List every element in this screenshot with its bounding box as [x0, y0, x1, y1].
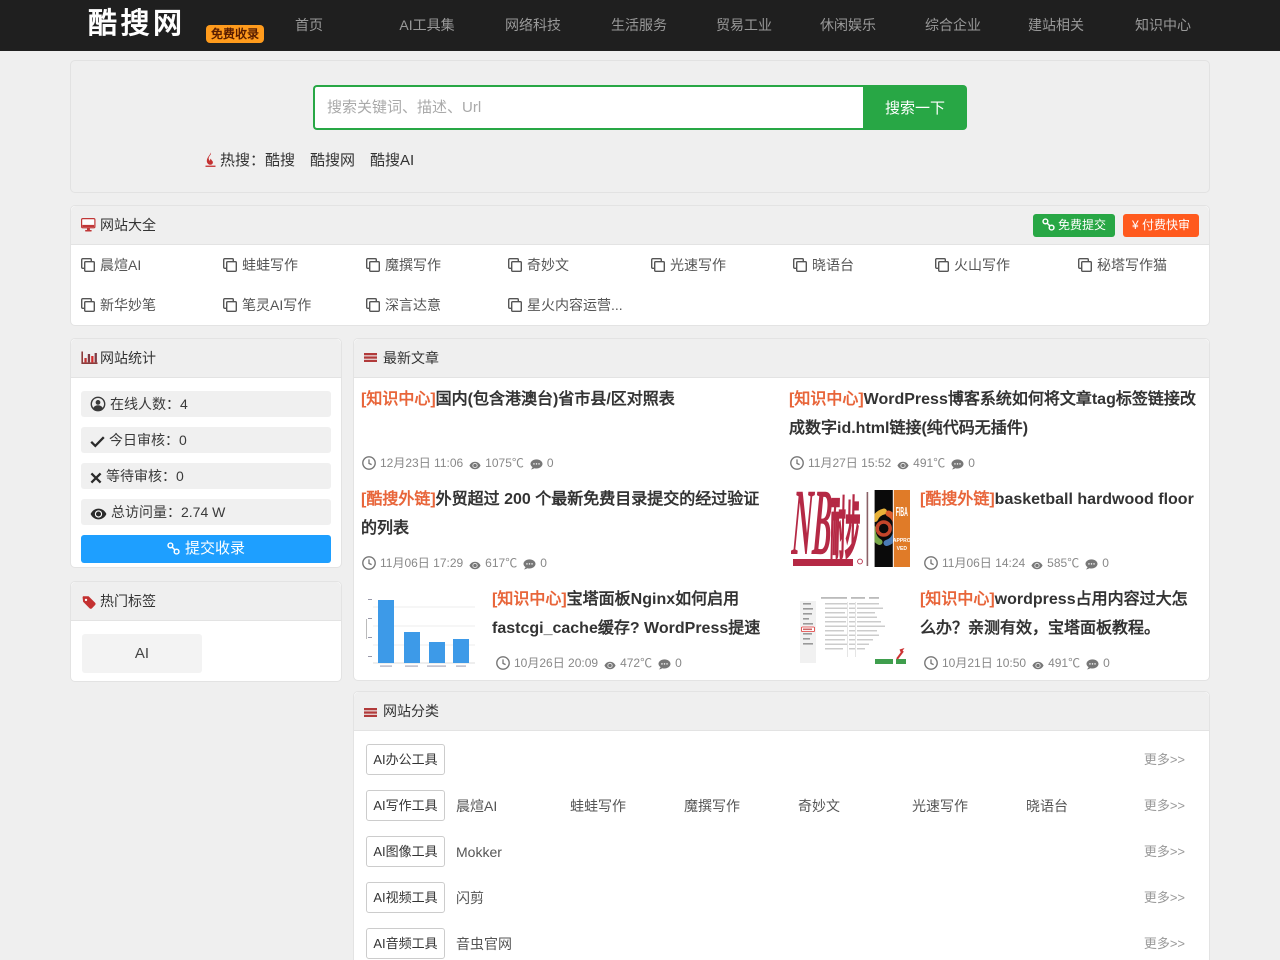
svg-text:FIBA: FIBA [896, 504, 908, 519]
svg-text:NB: NB [791, 489, 834, 569]
svg-text:VED: VED [897, 546, 908, 552]
svg-text:APPRO: APPRO [893, 538, 911, 544]
svg-text:耐步: 耐步 [830, 494, 861, 567]
